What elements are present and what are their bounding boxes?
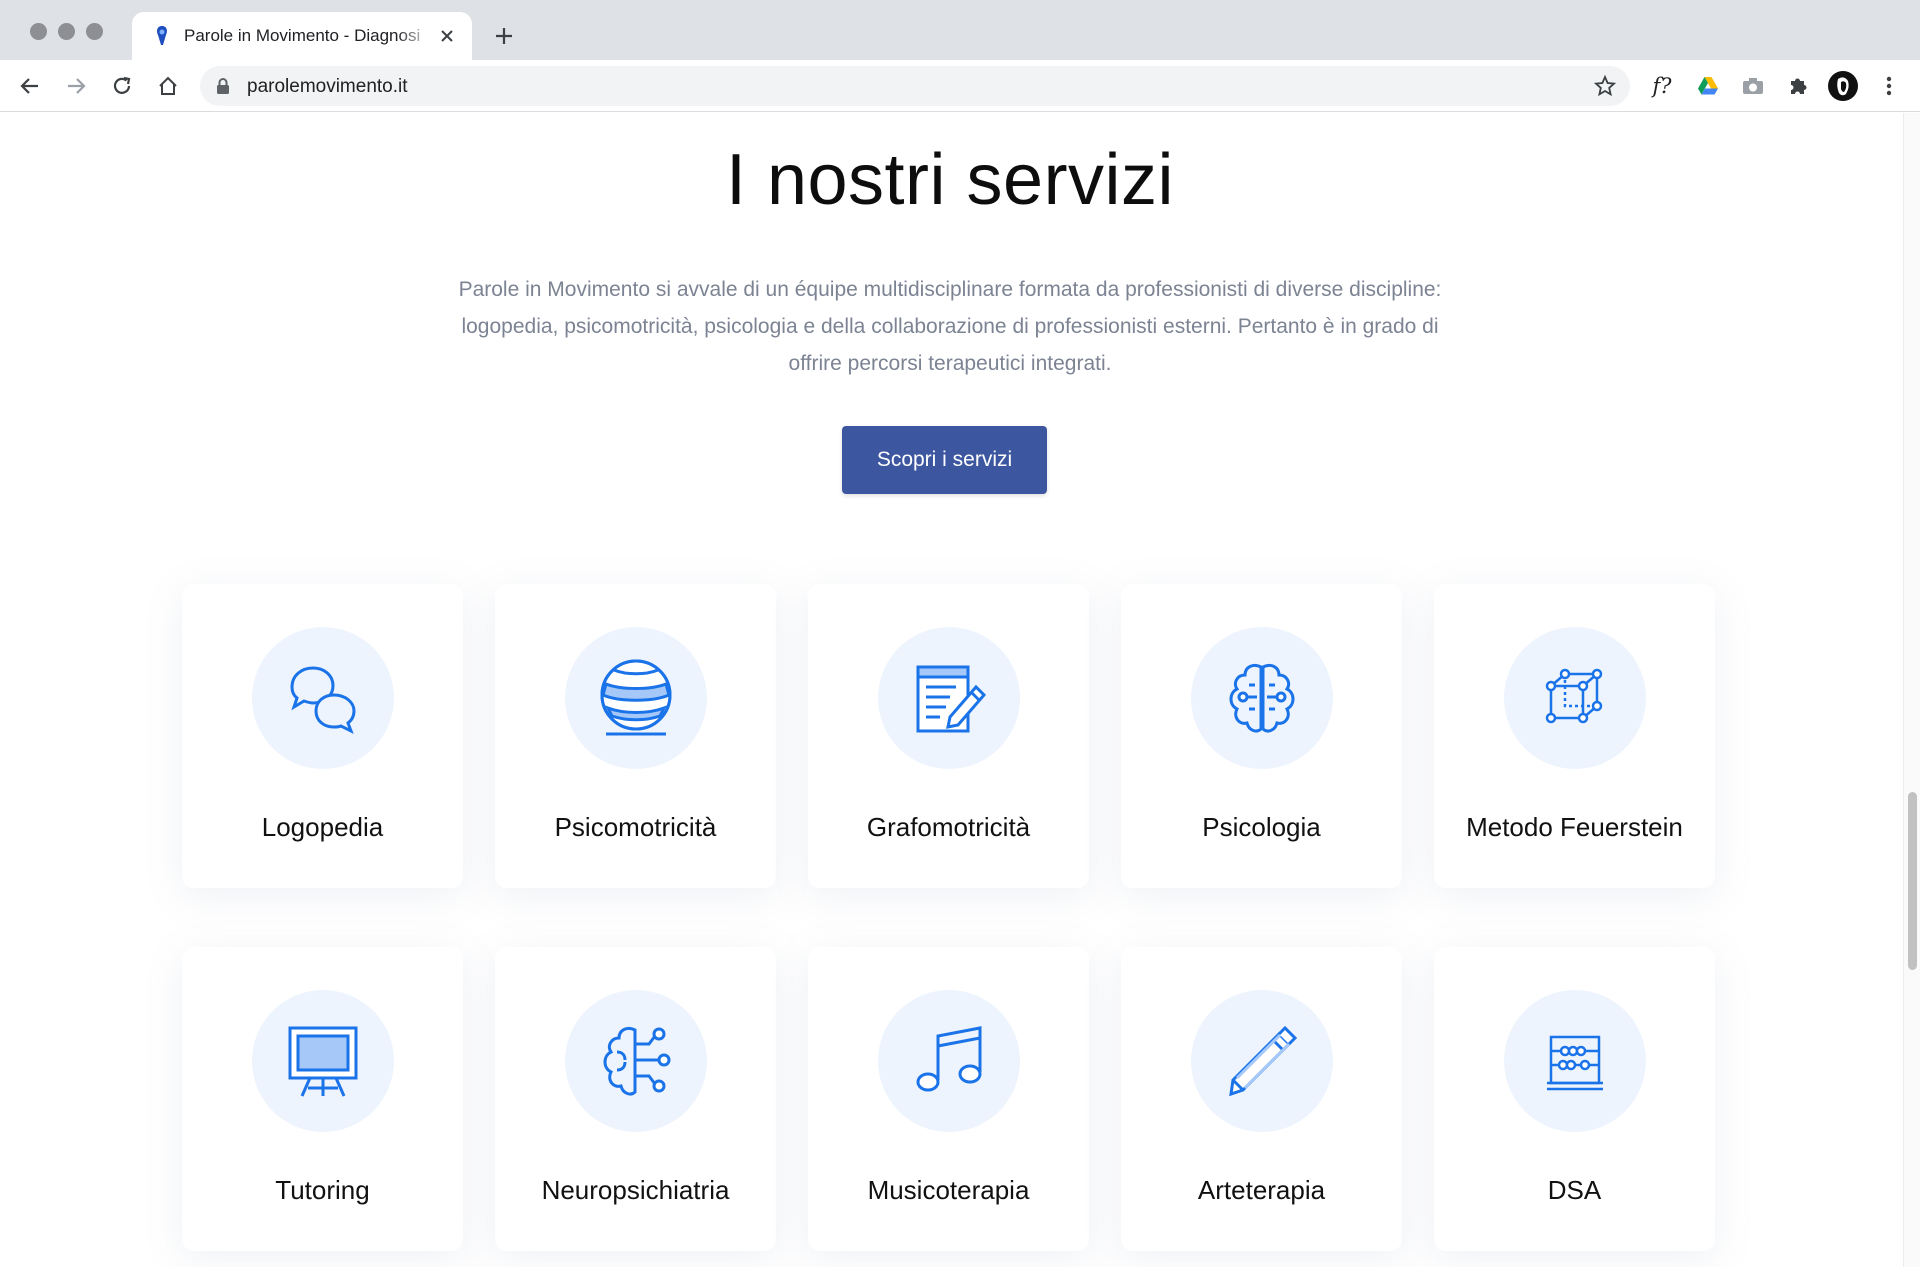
tab-title: Parole in Movimento - Diagnosi — [184, 26, 421, 45]
home-icon[interactable] — [152, 70, 184, 102]
ball-icon — [600, 659, 672, 736]
service-card-psicomotricita[interactable]: Psicomotricità — [495, 584, 776, 888]
browser-tab-active[interactable]: Parole in Movimento - Diagnosi — [132, 12, 472, 60]
brain-circuit-icon — [603, 1026, 671, 1096]
browser-tab-strip: Parole in Movimento - Diagnosi — [0, 0, 1920, 60]
service-label: Arteterapia — [1197, 1175, 1326, 1205]
service-label: Tutoring — [275, 1175, 370, 1205]
service-card-dsa[interactable]: DSA — [1434, 947, 1715, 1251]
window-maximize-dot[interactable] — [86, 23, 103, 40]
service-label: Metodo Feuerstein — [1466, 812, 1683, 842]
google-drive-icon[interactable] — [1692, 70, 1724, 102]
service-label: Logopedia — [261, 812, 384, 842]
discover-services-button[interactable]: Scopri i servizi — [842, 426, 1047, 494]
speech-bubbles-icon — [290, 666, 356, 735]
tab-close-icon[interactable] — [436, 25, 458, 47]
window-close-dot[interactable] — [30, 23, 47, 40]
document-pen-icon — [916, 665, 987, 733]
service-label: Musicoterapia — [867, 1175, 1030, 1205]
service-label: Neuropsichiatria — [541, 1175, 730, 1205]
service-card-tutoring[interactable]: Tutoring — [182, 947, 463, 1251]
easel-board-icon — [288, 1026, 358, 1097]
browser-toolbar: parolemovimento.it f? — [0, 60, 1920, 112]
back-arrow-icon[interactable] — [14, 70, 46, 102]
page-content: I nostri servizi Parole in Movimento si … — [0, 113, 1920, 1267]
window-minimize-dot[interactable] — [58, 23, 75, 40]
service-label: Psicomotricità — [554, 812, 717, 842]
extensions-puzzle-icon[interactable] — [1782, 70, 1814, 102]
site-favicon-icon — [157, 26, 167, 45]
formula-extension-icon[interactable]: f? — [1646, 70, 1678, 102]
address-bar[interactable]: parolemovimento.it — [200, 66, 1630, 106]
url-text: parolemovimento.it — [247, 76, 408, 97]
abacus-icon — [1547, 1035, 1603, 1091]
service-card-logopedia[interactable]: Logopedia — [182, 584, 463, 888]
service-card-grafomotricita[interactable]: Grafomotricità — [808, 584, 1089, 888]
service-card-psicologia[interactable]: Psicologia — [1121, 584, 1402, 888]
service-label: DSA — [1547, 1175, 1602, 1205]
services-description: Parole in Movimento si avvale di un équi… — [458, 278, 1442, 375]
bookmark-star-icon[interactable] — [1594, 75, 1616, 97]
new-tab-icon[interactable] — [490, 22, 518, 50]
service-card-musicoterapia[interactable]: Musicoterapia — [808, 947, 1089, 1251]
brain-icon — [1229, 663, 1295, 733]
camera-extension-icon[interactable] — [1737, 70, 1769, 102]
lock-icon — [217, 78, 229, 94]
service-card-arteterapia[interactable]: Arteterapia — [1121, 947, 1402, 1251]
cube-network-icon — [1545, 668, 1603, 724]
browser-menu-icon[interactable] — [1873, 70, 1905, 102]
service-label: Grafomotricità — [866, 812, 1031, 842]
reload-icon[interactable] — [106, 70, 138, 102]
profile-avatar[interactable] — [1827, 70, 1859, 102]
page-scrollbar[interactable] — [1903, 113, 1920, 1267]
scrollbar-thumb[interactable] — [1908, 792, 1917, 970]
pencil-icon — [1229, 1025, 1298, 1097]
service-card-neuropsichiatria[interactable]: Neuropsichiatria — [495, 947, 776, 1251]
forward-arrow-icon[interactable] — [60, 70, 92, 102]
services-heading: I nostri servizi — [725, 140, 1175, 220]
music-note-icon — [916, 1026, 982, 1092]
service-card-feuerstein[interactable]: Metodo Feuerstein — [1434, 584, 1715, 888]
service-label: Psicologia — [1202, 812, 1321, 842]
